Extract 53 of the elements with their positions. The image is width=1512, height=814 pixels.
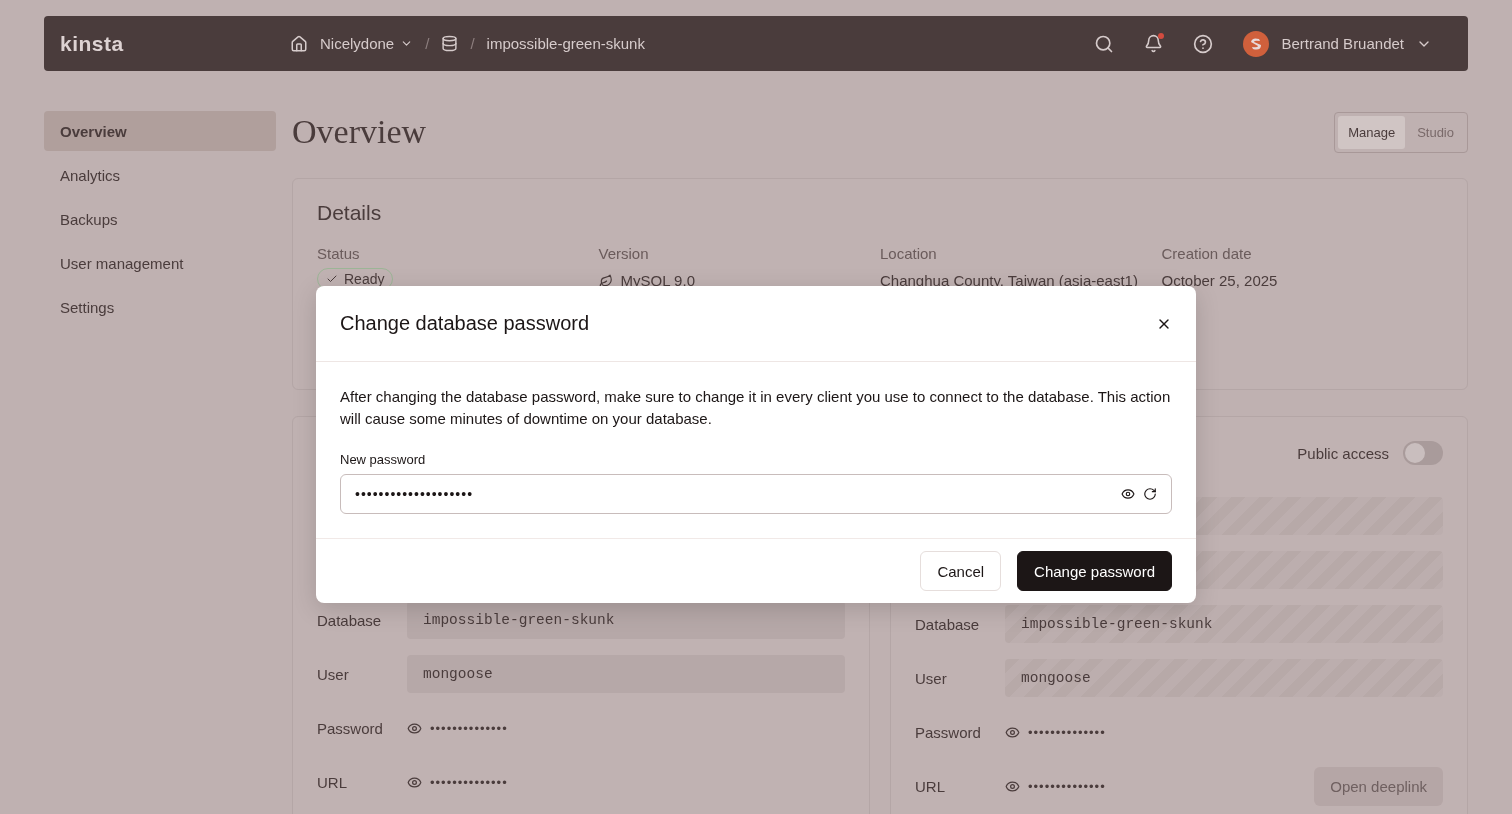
leaf-icon [598, 273, 613, 288]
row-label: URL [915, 777, 946, 795]
masked-value: •••••••••••••• [430, 774, 508, 790]
row-label: Password [317, 719, 384, 737]
row-label: User [915, 669, 948, 687]
sidebar-item[interactable]: Settings [44, 287, 276, 327]
row-label: URL [317, 773, 348, 791]
row-label: User [317, 665, 350, 683]
bell-icon[interactable] [1144, 34, 1164, 53]
card-title: Details [317, 201, 383, 225]
page-title: Overview [292, 113, 427, 151]
home-icon[interactable] [290, 34, 308, 53]
readonly-field: impossible-green-skunk [1005, 605, 1443, 643]
detail-label: Version [598, 245, 650, 262]
masked-value: •••••••••••••• [1028, 724, 1106, 740]
sidebar-item[interactable]: Backups [44, 199, 276, 239]
sidebar-item[interactable]: User management [44, 243, 276, 283]
logo[interactable]: kinsta [60, 31, 290, 56]
masked-value: •••••••••••••• [1028, 778, 1106, 794]
public-access-toggle[interactable] [1403, 441, 1443, 465]
readonly-field: mongoose [1005, 659, 1443, 697]
field-label: New password [340, 452, 427, 467]
detail-label: Creation date [1161, 245, 1253, 262]
breadcrumb-separator: / [425, 35, 430, 52]
detail-label: Location [880, 245, 938, 262]
row-label: Database [317, 611, 383, 629]
sidebar-item[interactable]: Overview [44, 111, 276, 151]
readonly-field: mongoose [407, 655, 845, 693]
change-password-button[interactable]: Change password [1017, 551, 1172, 591]
view-tab[interactable]: Manage [1338, 115, 1406, 149]
masked-value: •••••••••••••• [430, 720, 508, 736]
search-icon[interactable] [1094, 33, 1115, 54]
refresh-icon[interactable] [1143, 487, 1157, 501]
avatar-icon [1243, 30, 1270, 57]
detail-label: Status [317, 245, 361, 262]
detail-value: Changhua County, Taiwan (asia-east1) [880, 272, 1139, 289]
modal-description: After changing the database password, make sure to change it in every client you use to connect to the database. This action will cause some minutes of downtime on your database. [340, 387, 1172, 429]
readonly-field: impossible-green-skunk [407, 601, 845, 639]
database-icon[interactable] [441, 35, 459, 52]
breadcrumb-link[interactable]: impossible-green-skunk [486, 35, 645, 52]
modal-title: Change database password [340, 312, 590, 335]
breadcrumb-separator: / [470, 35, 475, 52]
sidebar-item[interactable]: Analytics [44, 155, 276, 195]
project-dropdown[interactable]: Nicelydone [320, 35, 414, 52]
eye-icon[interactable] [1121, 487, 1135, 501]
row-label: Database [915, 615, 981, 633]
user-menu[interactable]: Bertrand Bruandet [1243, 30, 1432, 57]
password-field[interactable]: •••••••••••••••••••• [340, 474, 1172, 514]
toggle-label: Public access [1297, 444, 1389, 462]
row-label: Password [915, 723, 982, 741]
cancel-button[interactable]: Cancel [920, 551, 1002, 591]
detail-value: October 25, 2025 [1161, 272, 1279, 289]
help-icon[interactable] [1193, 33, 1214, 54]
